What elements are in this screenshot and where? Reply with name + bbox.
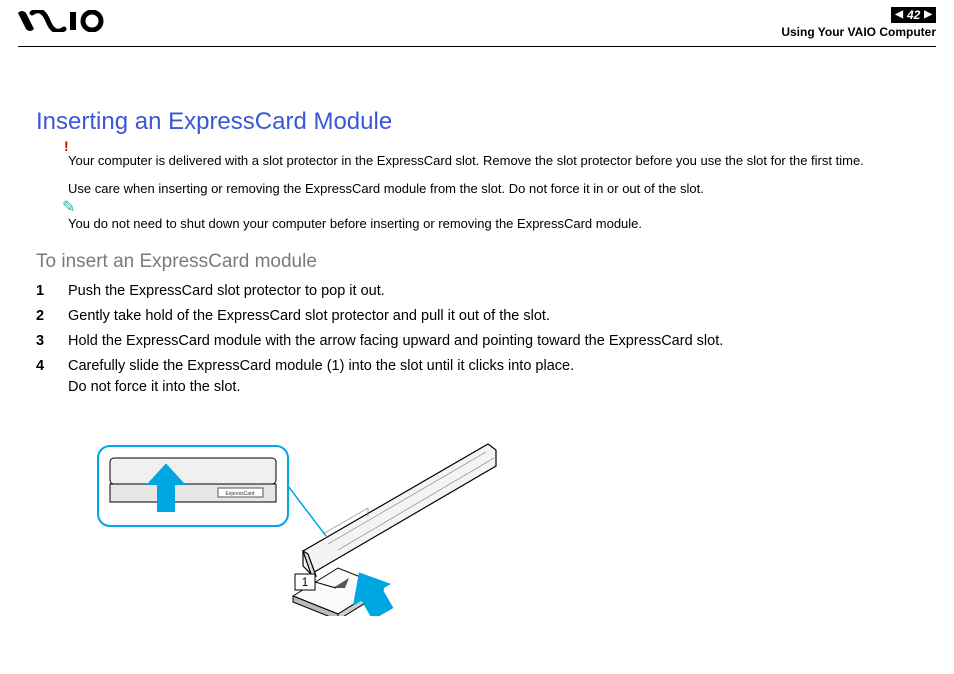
list-item: 2 Gently take hold of the ExpressCard sl… xyxy=(36,306,918,327)
step-number: 2 xyxy=(36,306,68,327)
warning-icon: ! xyxy=(64,138,69,154)
illustration: ExpressCard 1 xyxy=(68,416,918,621)
step-number: 1 xyxy=(36,281,68,302)
procedure-heading: To insert an ExpressCard module xyxy=(36,251,918,273)
vaio-logo xyxy=(18,10,114,37)
content: Inserting an ExpressCard Module ! Your c… xyxy=(36,108,918,621)
step-list: 1 Push the ExpressCard slot protector to… xyxy=(36,281,918,398)
callout-number: 1 xyxy=(302,575,309,589)
prev-page-icon[interactable]: ◀ xyxy=(895,9,903,20)
next-page-icon[interactable]: ▶ xyxy=(924,9,932,20)
step-text: Push the ExpressCard slot protector to p… xyxy=(68,281,918,302)
page-header: ◀ 42 ▶ Using Your VAIO Computer xyxy=(0,0,954,48)
section-title: Using Your VAIO Computer xyxy=(781,25,936,39)
step-number: 4 xyxy=(36,356,68,398)
page-title: Inserting an ExpressCard Module xyxy=(36,108,918,136)
warning-note: ! Your computer is delivered with a slot… xyxy=(68,152,918,170)
note-text: You do not need to shut down your comput… xyxy=(68,215,918,233)
note-icon: ✎ xyxy=(62,197,75,217)
page-nav: ◀ 42 ▶ xyxy=(891,7,936,23)
caution-text: Use care when inserting or removing the … xyxy=(68,180,918,198)
header-rule xyxy=(18,46,936,47)
step-text: Hold the ExpressCard module with the arr… xyxy=(68,331,918,352)
list-item: 3 Hold the ExpressCard module with the a… xyxy=(36,331,918,352)
page: ◀ 42 ▶ Using Your VAIO Computer Insertin… xyxy=(0,0,954,674)
step-text: Carefully slide the ExpressCard module (… xyxy=(68,356,918,398)
list-item: 4 Carefully slide the ExpressCard module… xyxy=(36,356,918,398)
slot-label: ExpressCard xyxy=(226,491,255,497)
page-number: 42 xyxy=(907,8,920,22)
info-note: ✎ You do not need to shut down your comp… xyxy=(68,215,918,233)
list-item: 1 Push the ExpressCard slot protector to… xyxy=(36,281,918,302)
step-text: Gently take hold of the ExpressCard slot… xyxy=(68,306,918,327)
step-number: 3 xyxy=(36,331,68,352)
warning-text: Your computer is delivered with a slot p… xyxy=(68,152,918,170)
